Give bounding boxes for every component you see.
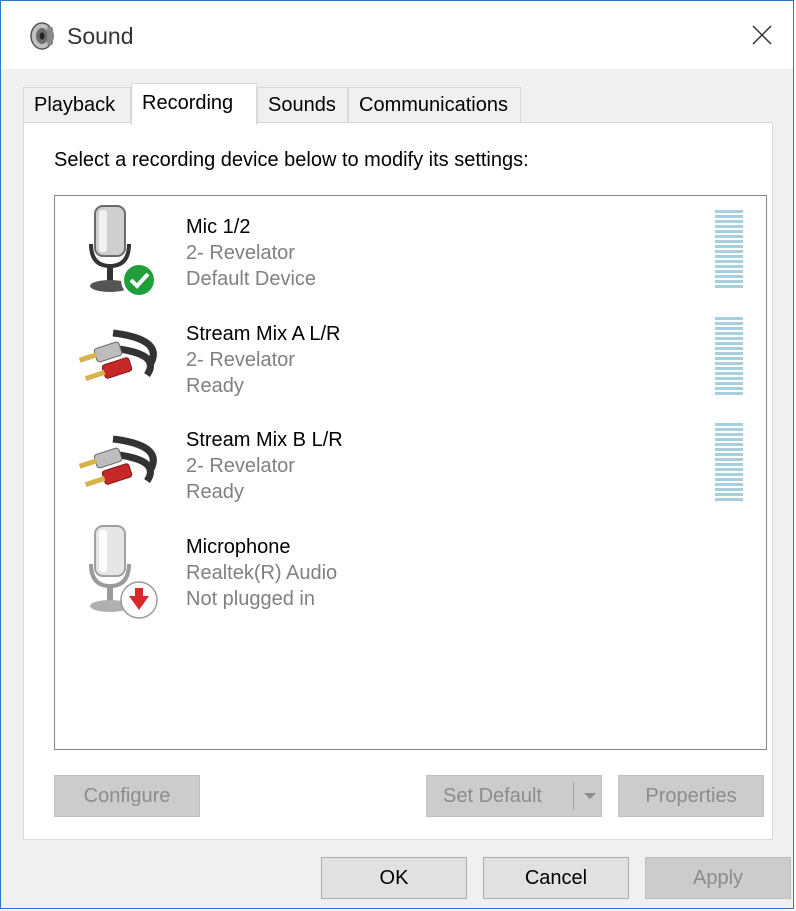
microphone-icon xyxy=(89,205,157,298)
device-subtitle: 2- Revelator xyxy=(186,349,295,371)
tab-label: Recording xyxy=(142,92,234,114)
rca-cable-icon xyxy=(78,329,157,381)
rca-cable-icon xyxy=(78,435,157,487)
device-name: Mic 1/2 xyxy=(186,216,251,238)
device-name: Microphone xyxy=(186,536,291,558)
device-status: Ready xyxy=(186,375,244,397)
button-label: Apply xyxy=(692,867,744,889)
device-item-mic-1-2[interactable]: Mic 1/2 2- Revelator Default Device xyxy=(55,196,766,298)
tab-label: Sounds xyxy=(268,94,336,116)
device-status: Default Device xyxy=(186,268,317,290)
window-title: Sound xyxy=(67,23,134,49)
set-default-dropdown[interactable] xyxy=(577,776,603,816)
level-meter xyxy=(715,210,743,290)
button-label: OK xyxy=(379,867,409,889)
set-default-button[interactable]: Set Default xyxy=(426,775,602,817)
recording-panel: Select a recording device below to modif… xyxy=(23,122,773,840)
device-status: Ready xyxy=(186,481,244,503)
title-bar: Sound xyxy=(1,1,793,69)
configure-button[interactable]: Configure xyxy=(54,775,200,817)
device-list[interactable]: Mic 1/2 2- Revelator Default Device Stre… xyxy=(54,195,767,750)
tab-recording[interactable]: Recording xyxy=(131,83,257,125)
sound-dialog: Sound Playback Recording Sounds Communic… xyxy=(0,0,794,909)
tab-label: Communications xyxy=(359,94,508,116)
instruction-text: Select a recording device below to modif… xyxy=(54,149,529,171)
tab-playback[interactable]: Playback xyxy=(23,87,131,123)
button-label: Set Default xyxy=(443,785,542,807)
split-separator xyxy=(573,782,574,810)
device-name: Stream Mix A L/R xyxy=(186,323,341,345)
tab-sounds[interactable]: Sounds xyxy=(257,87,348,123)
device-status: Not plugged in xyxy=(186,588,315,610)
device-item-microphone[interactable]: Microphone Realtek(R) Audio Not plugged … xyxy=(55,516,766,619)
properties-button[interactable]: Properties xyxy=(618,775,764,817)
button-label: Cancel xyxy=(524,867,588,889)
close-icon xyxy=(752,25,772,45)
device-item-stream-mix-b[interactable]: Stream Mix B L/R 2- Revelator Ready xyxy=(55,409,766,509)
device-item-stream-mix-a[interactable]: Stream Mix A L/R 2- Revelator Ready xyxy=(55,303,766,403)
device-subtitle: 2- Revelator xyxy=(186,242,295,264)
microphone-icon xyxy=(89,525,158,619)
level-meter xyxy=(715,423,743,503)
button-label: Properties xyxy=(645,785,737,807)
speaker-icon xyxy=(30,22,54,50)
device-name: Stream Mix B L/R xyxy=(186,429,343,451)
default-check-icon xyxy=(124,265,154,295)
apply-button[interactable]: Apply xyxy=(645,857,791,899)
close-button[interactable] xyxy=(731,1,793,69)
device-subtitle: 2- Revelator xyxy=(186,455,295,477)
chevron-down-icon xyxy=(584,793,596,799)
button-label: Configure xyxy=(83,785,171,807)
tab-communications[interactable]: Communications xyxy=(348,87,521,123)
tab-label: Playback xyxy=(34,94,116,116)
device-subtitle: Realtek(R) Audio xyxy=(186,562,338,584)
ok-button[interactable]: OK xyxy=(321,857,467,899)
cancel-button[interactable]: Cancel xyxy=(483,857,629,899)
level-meter xyxy=(715,317,743,397)
